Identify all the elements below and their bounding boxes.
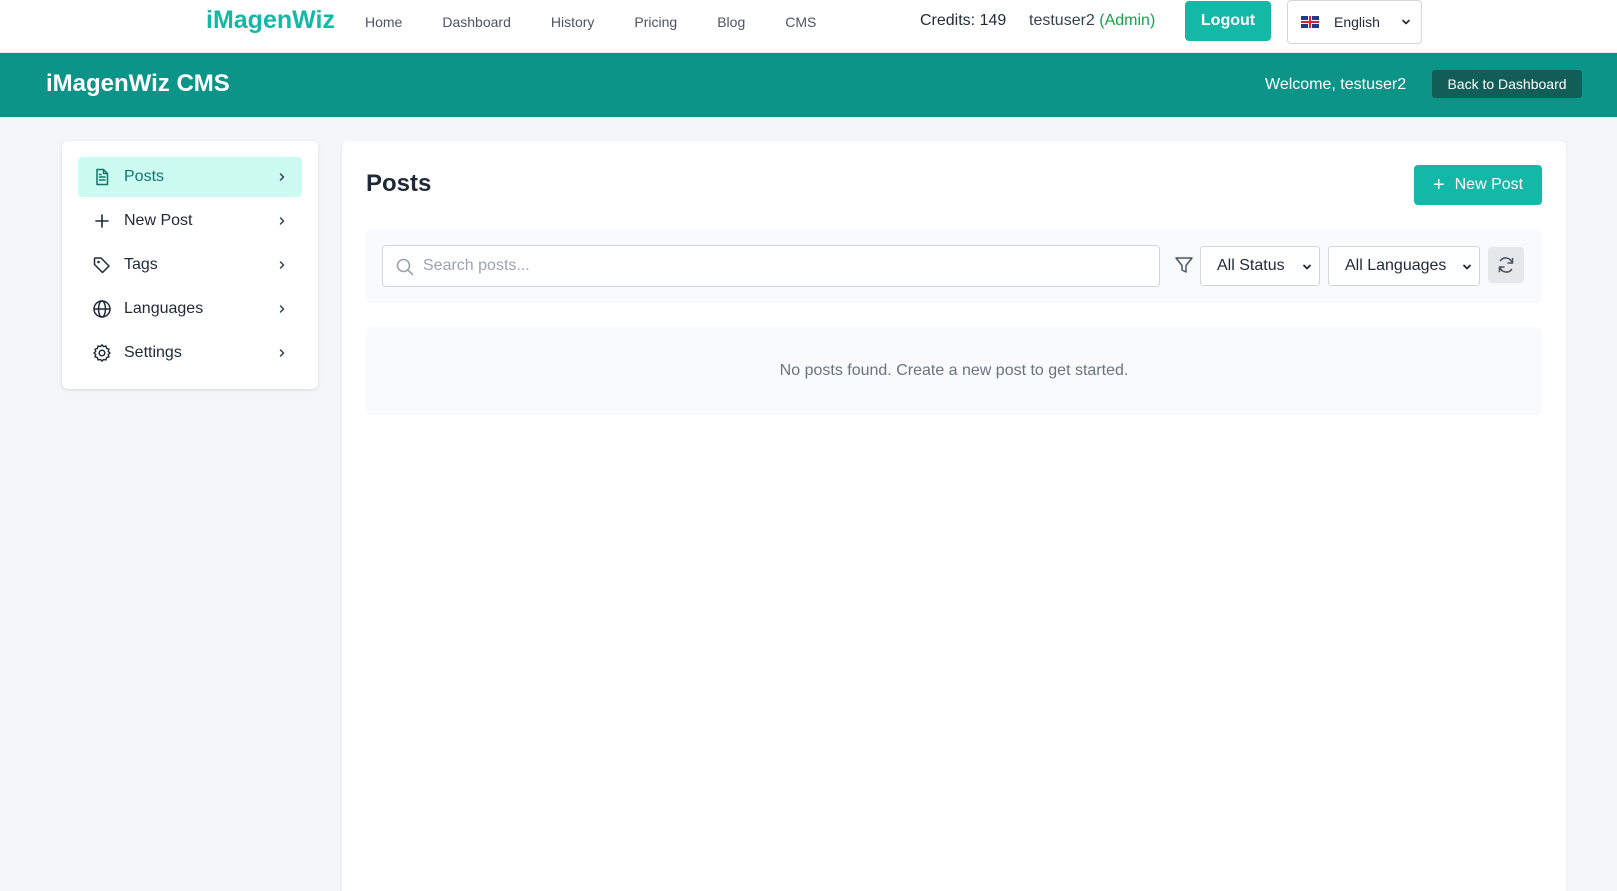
search-input[interactable] [423, 254, 1143, 278]
logout-button[interactable]: Logout [1185, 1, 1271, 41]
globe-icon [92, 299, 112, 319]
language-filter-value: All Languages [1345, 257, 1447, 274]
nav-link-history[interactable]: History [551, 14, 595, 30]
refresh-button[interactable] [1488, 247, 1524, 283]
language-label: English [1334, 14, 1380, 30]
chevron-down-icon [1402, 19, 1410, 25]
language-selector[interactable]: English [1287, 0, 1422, 44]
status-filter-select[interactable]: All Status [1200, 246, 1320, 286]
refresh-icon [1498, 257, 1514, 273]
new-post-label: New Post [1454, 176, 1524, 193]
sidebar-item-label: New Post [124, 212, 193, 229]
user-info: testuser2 (Admin) [1029, 12, 1155, 30]
gear-icon [92, 343, 112, 363]
chevron-right-icon [279, 217, 285, 225]
language-filter-select[interactable]: All Languages [1328, 246, 1480, 286]
cms-sidebar: Posts New Post Tags Languages Settings [62, 141, 318, 389]
posts-panel: Posts + New Post All Status All Language… [342, 141, 1566, 891]
main-nav: Home Dashboard History Pricing Blog CMS [365, 14, 856, 30]
plus-icon [92, 211, 112, 231]
sidebar-item-tags[interactable]: Tags [78, 245, 302, 285]
sidebar-item-settings[interactable]: Settings [78, 333, 302, 373]
sidebar-item-label: Settings [124, 344, 182, 361]
nav-link-home[interactable]: Home [365, 14, 402, 30]
chevron-right-icon [279, 305, 285, 313]
sidebar-item-languages[interactable]: Languages [78, 289, 302, 329]
empty-state: No posts found. Create a new post to get… [366, 327, 1542, 415]
status-filter-value: All Status [1217, 257, 1285, 274]
new-post-button[interactable]: + New Post [1414, 165, 1542, 205]
sidebar-item-label: Posts [124, 168, 165, 185]
chevron-down-icon [1303, 264, 1311, 270]
nav-link-pricing[interactable]: Pricing [634, 14, 677, 30]
nav-link-cms[interactable]: CMS [785, 14, 816, 30]
username: testuser2 [1029, 12, 1095, 29]
plus-icon: + [1432, 174, 1445, 196]
sidebar-item-label: Languages [124, 300, 204, 317]
chevron-right-icon [279, 173, 285, 181]
filter-icon [1175, 257, 1193, 273]
empty-state-message: No posts found. Create a new post to get… [779, 362, 1129, 379]
credits-count: Credits: 149 [920, 12, 1007, 29]
uk-flag-icon [1301, 16, 1319, 28]
brand-logo[interactable]: iMagenWiz [206, 6, 335, 35]
sidebar-item-new-post[interactable]: New Post [78, 201, 302, 241]
welcome-message: Welcome, testuser2 [1265, 76, 1407, 93]
chevron-right-icon [279, 349, 285, 357]
nav-link-blog[interactable]: Blog [717, 14, 745, 30]
filter-bar: All Status All Languages [366, 229, 1542, 303]
search-box [382, 245, 1160, 287]
role-badge: (Admin) [1099, 12, 1156, 29]
back-to-dashboard-button[interactable]: Back to Dashboard [1432, 70, 1582, 98]
top-navbar: iMagenWiz Home Dashboard History Pricing… [0, 0, 1617, 53]
cms-title: iMagenWiz CMS [46, 70, 230, 97]
page-title: Posts [366, 170, 432, 197]
chevron-right-icon [279, 261, 285, 269]
search-icon [396, 258, 414, 276]
sidebar-item-label: Tags [124, 256, 158, 273]
sidebar-item-posts[interactable]: Posts [78, 157, 302, 197]
cms-header: iMagenWiz CMS Welcome, testuser2 Back to… [0, 53, 1617, 117]
nav-link-dashboard[interactable]: Dashboard [442, 14, 511, 30]
chevron-down-icon [1463, 264, 1471, 270]
document-icon [92, 167, 112, 187]
tag-icon [92, 255, 112, 275]
